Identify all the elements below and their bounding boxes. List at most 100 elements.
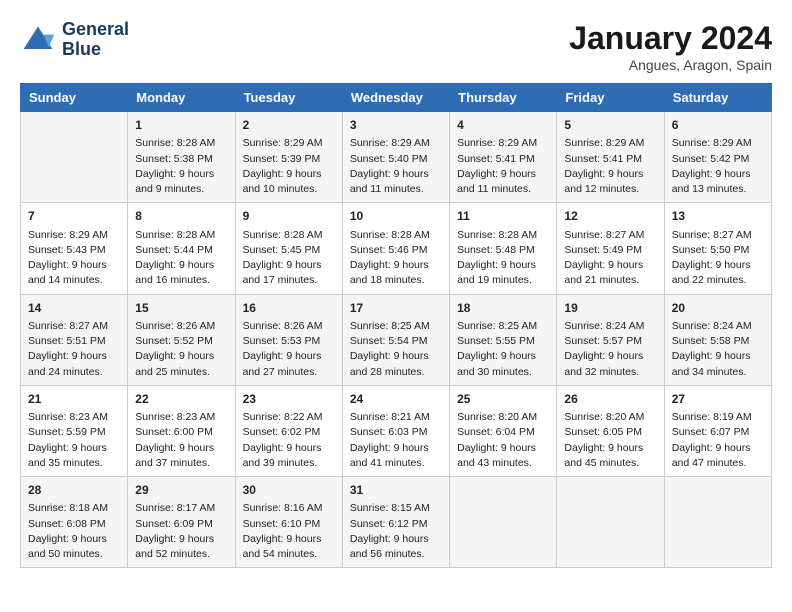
day-number: 28 [28, 482, 120, 499]
day-number: 17 [350, 300, 442, 317]
calendar-cell: 31 Sunrise: 8:15 AM Sunset: 6:12 PM Dayli… [342, 477, 449, 568]
day-number: 21 [28, 391, 120, 408]
weekday-header-wednesday: Wednesday [342, 84, 449, 112]
calendar-cell: 5 Sunrise: 8:29 AM Sunset: 5:41 PM Daylig… [557, 112, 664, 203]
logo-line2: Blue [62, 40, 129, 60]
calendar-cell: 21Sunrise: 8:23 AM Sunset: 5:59 PM Dayli… [21, 385, 128, 476]
calendar-cell: 30Sunrise: 8:16 AM Sunset: 6:10 PM Dayli… [235, 477, 342, 568]
calendar-cell: 8Sunrise: 8:28 AM Sunset: 5:44 PM Daylig… [128, 203, 235, 294]
logo-line1: General [62, 20, 129, 40]
calendar-cell: 23Sunrise: 8:22 AM Sunset: 6:02 PM Dayli… [235, 385, 342, 476]
calendar-body: 1Sunrise: 8:28 AM Sunset: 5:38 PM Daylig… [21, 112, 772, 568]
day-number: 4 [457, 117, 549, 134]
day-info: Sunrise: 8:27 AM Sunset: 5:51 PM Dayligh… [28, 319, 120, 380]
calendar-cell [664, 477, 771, 568]
day-info: Sunrise: 8:28 AM Sunset: 5:45 PM Dayligh… [243, 228, 335, 289]
calendar-week-row: 28 Sunrise: 8:18 AM Sunset: 6:08 PM Dayli… [21, 477, 772, 568]
calendar-cell: 12 Sunrise: 8:27 AM Sunset: 5:49 PM Dayli… [557, 203, 664, 294]
calendar-week-row: 7 Sunrise: 8:29 AM Sunset: 5:43 PM Daylig… [21, 203, 772, 294]
page-header: General Blue January 2024 Angues, Aragon… [20, 20, 772, 73]
day-number: 31 [350, 482, 442, 499]
day-number: 29 [135, 482, 227, 499]
day-number: 12 [564, 208, 656, 225]
weekday-header-saturday: Saturday [664, 84, 771, 112]
day-number: 11 [457, 208, 549, 225]
day-info: Sunrise: 8:29 AM Sunset: 5:41 PM Dayligh… [564, 136, 656, 197]
calendar-cell: 26 Sunrise: 8:20 AM Sunset: 6:05 PM Dayli… [557, 385, 664, 476]
calendar-cell: 1Sunrise: 8:28 AM Sunset: 5:38 PM Daylig… [128, 112, 235, 203]
day-number: 19 [564, 300, 656, 317]
day-info: Sunrise: 8:23 AM Sunset: 6:00 PM Dayligh… [135, 410, 227, 471]
day-number: 24 [350, 391, 442, 408]
calendar-header: SundayMondayTuesdayWednesdayThursdayFrid… [21, 84, 772, 112]
day-info: Sunrise: 8:29 AM Sunset: 5:41 PM Dayligh… [457, 136, 549, 197]
day-info: Sunrise: 8:27 AM Sunset: 5:49 PM Dayligh… [564, 228, 656, 289]
day-info: Sunrise: 8:29 AM Sunset: 5:42 PM Dayligh… [672, 136, 764, 197]
day-info: Sunrise: 8:17 AM Sunset: 6:09 PM Dayligh… [135, 501, 227, 562]
day-number: 8 [135, 208, 227, 225]
day-info: Sunrise: 8:28 AM Sunset: 5:46 PM Dayligh… [350, 228, 442, 289]
calendar-cell: 2Sunrise: 8:29 AM Sunset: 5:39 PM Daylig… [235, 112, 342, 203]
calendar-cell: 25Sunrise: 8:20 AM Sunset: 6:04 PM Dayli… [450, 385, 557, 476]
calendar-cell: 17 Sunrise: 8:25 AM Sunset: 5:54 PM Dayli… [342, 294, 449, 385]
day-number: 13 [672, 208, 764, 225]
day-number: 26 [564, 391, 656, 408]
day-number: 7 [28, 208, 120, 225]
day-number: 9 [243, 208, 335, 225]
weekday-header-thursday: Thursday [450, 84, 557, 112]
day-number: 2 [243, 117, 335, 134]
calendar-cell: 29 Sunrise: 8:17 AM Sunset: 6:09 PM Dayli… [128, 477, 235, 568]
day-info: Sunrise: 8:15 AM Sunset: 6:12 PM Dayligh… [350, 501, 442, 562]
day-info: Sunrise: 8:29 AM Sunset: 5:40 PM Dayligh… [350, 136, 442, 197]
day-number: 30 [243, 482, 335, 499]
day-info: Sunrise: 8:18 AM Sunset: 6:08 PM Dayligh… [28, 501, 120, 562]
calendar-week-row: 21Sunrise: 8:23 AM Sunset: 5:59 PM Dayli… [21, 385, 772, 476]
day-info: Sunrise: 8:25 AM Sunset: 5:54 PM Dayligh… [350, 319, 442, 380]
day-info: Sunrise: 8:29 AM Sunset: 5:43 PM Dayligh… [28, 228, 120, 289]
calendar-subtitle: Angues, Aragon, Spain [569, 57, 772, 73]
day-number: 5 [564, 117, 656, 134]
day-info: Sunrise: 8:21 AM Sunset: 6:03 PM Dayligh… [350, 410, 442, 471]
weekday-header-row: SundayMondayTuesdayWednesdayThursdayFrid… [21, 84, 772, 112]
day-number: 1 [135, 117, 227, 134]
calendar-cell: 4 Sunrise: 8:29 AM Sunset: 5:41 PM Daylig… [450, 112, 557, 203]
calendar-cell: 13 Sunrise: 8:27 AM Sunset: 5:50 PM Dayli… [664, 203, 771, 294]
calendar-cell: 7 Sunrise: 8:29 AM Sunset: 5:43 PM Daylig… [21, 203, 128, 294]
day-number: 14 [28, 300, 120, 317]
calendar-cell: 15 Sunrise: 8:26 AM Sunset: 5:52 PM Dayli… [128, 294, 235, 385]
calendar-cell: 27Sunrise: 8:19 AM Sunset: 6:07 PM Dayli… [664, 385, 771, 476]
day-number: 23 [243, 391, 335, 408]
calendar-cell: 18Sunrise: 8:25 AM Sunset: 5:55 PM Dayli… [450, 294, 557, 385]
day-info: Sunrise: 8:28 AM Sunset: 5:48 PM Dayligh… [457, 228, 549, 289]
day-info: Sunrise: 8:19 AM Sunset: 6:07 PM Dayligh… [672, 410, 764, 471]
title-block: January 2024 Angues, Aragon, Spain [569, 20, 772, 73]
day-number: 15 [135, 300, 227, 317]
day-info: Sunrise: 8:26 AM Sunset: 5:53 PM Dayligh… [243, 319, 335, 380]
calendar-cell: 10 Sunrise: 8:28 AM Sunset: 5:46 PM Dayli… [342, 203, 449, 294]
calendar-cell: 9 Sunrise: 8:28 AM Sunset: 5:45 PM Daylig… [235, 203, 342, 294]
calendar-cell: 11 Sunrise: 8:28 AM Sunset: 5:48 PM Dayli… [450, 203, 557, 294]
calendar-title: January 2024 [569, 20, 772, 57]
logo-text: General Blue [62, 20, 129, 60]
calendar-week-row: 1Sunrise: 8:28 AM Sunset: 5:38 PM Daylig… [21, 112, 772, 203]
day-number: 3 [350, 117, 442, 134]
day-info: Sunrise: 8:20 AM Sunset: 6:05 PM Dayligh… [564, 410, 656, 471]
calendar-cell [557, 477, 664, 568]
calendar-cell [450, 477, 557, 568]
day-number: 10 [350, 208, 442, 225]
calendar-cell: 24 Sunrise: 8:21 AM Sunset: 6:03 PM Dayli… [342, 385, 449, 476]
calendar-cell: 3 Sunrise: 8:29 AM Sunset: 5:40 PM Daylig… [342, 112, 449, 203]
calendar-cell: 16Sunrise: 8:26 AM Sunset: 5:53 PM Dayli… [235, 294, 342, 385]
weekday-header-friday: Friday [557, 84, 664, 112]
day-info: Sunrise: 8:20 AM Sunset: 6:04 PM Dayligh… [457, 410, 549, 471]
day-info: Sunrise: 8:27 AM Sunset: 5:50 PM Dayligh… [672, 228, 764, 289]
day-info: Sunrise: 8:26 AM Sunset: 5:52 PM Dayligh… [135, 319, 227, 380]
weekday-header-monday: Monday [128, 84, 235, 112]
calendar-cell: 14 Sunrise: 8:27 AM Sunset: 5:51 PM Dayli… [21, 294, 128, 385]
day-info: Sunrise: 8:24 AM Sunset: 5:57 PM Dayligh… [564, 319, 656, 380]
calendar-cell: 28 Sunrise: 8:18 AM Sunset: 6:08 PM Dayli… [21, 477, 128, 568]
calendar-cell [21, 112, 128, 203]
day-number: 20 [672, 300, 764, 317]
day-number: 22 [135, 391, 227, 408]
calendar-cell: 20Sunrise: 8:24 AM Sunset: 5:58 PM Dayli… [664, 294, 771, 385]
